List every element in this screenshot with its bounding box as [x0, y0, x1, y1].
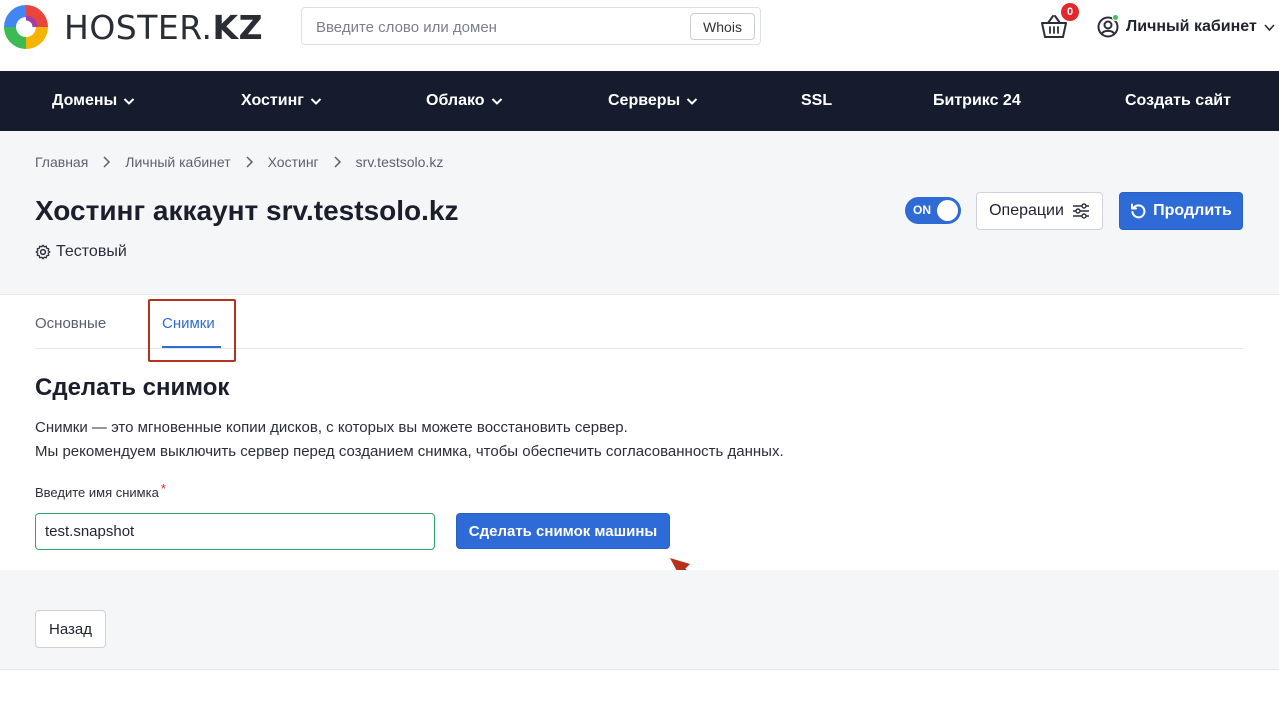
nav-item-label: Битрикс 24 [933, 92, 1021, 109]
nav-item-servers[interactable]: Серверы [608, 71, 698, 131]
power-toggle[interactable]: ON [905, 197, 961, 224]
nav-item-label: Хостинг [241, 92, 304, 109]
nav-item-domains[interactable]: Домены [52, 71, 135, 131]
search-input[interactable] [316, 17, 676, 37]
breadcrumb: Главная Личный кабинет Хостинг srv.tests… [35, 154, 443, 170]
nav-item-ssl[interactable]: SSL [801, 71, 832, 131]
logo[interactable]: HOSTER.KZ [0, 0, 263, 54]
label-text: Введите имя снимка [35, 485, 159, 500]
renew-label: Продлить [1153, 202, 1232, 219]
breadcrumb-item-account[interactable]: Личный кабинет [125, 154, 230, 170]
chevron-right-icon [103, 156, 111, 168]
chevron-down-icon [310, 98, 322, 105]
section-title: Сделать снимок [35, 374, 230, 401]
chevron-down-icon [1264, 23, 1275, 31]
logo-mark-icon [4, 5, 48, 49]
renew-button[interactable]: Продлить [1119, 192, 1243, 230]
page-title: Хостинг аккаунт srv.testsolo.kz [35, 195, 459, 226]
description-line: Мы рекомендуем выключить сервер перед со… [35, 443, 784, 460]
chevron-right-icon [334, 156, 341, 168]
annotation-highlight-box [148, 299, 236, 362]
page-header: Главная Личный кабинет Хостинг srv.tests… [0, 131, 1279, 295]
nav-item-cloud[interactable]: Облако [426, 71, 503, 131]
main-nav: Домены Хостинг Облако Серверы SSL Битрик… [0, 71, 1279, 131]
plan-name: Тестовый [56, 243, 127, 260]
snapshot-name-label: Введите имя снимка * [35, 481, 166, 500]
footer-band [0, 570, 1279, 670]
nav-item-label: Домены [52, 92, 118, 109]
toggle-knob [937, 200, 958, 221]
whois-button[interactable]: Whois [690, 13, 755, 40]
breadcrumb-item-hosting[interactable]: Хостинг [268, 154, 319, 170]
account-menu[interactable]: Личный кабинет [1097, 14, 1275, 40]
search-box: Whois [301, 7, 761, 45]
plan-label: Тестовый [35, 243, 127, 261]
nav-item-label: Облако [426, 92, 485, 109]
user-circle-icon [1097, 14, 1119, 38]
account-label: Личный кабинет [1126, 18, 1257, 35]
chevron-right-icon [246, 156, 253, 168]
toggle-label: ON [913, 203, 931, 217]
section-description: Снимки — это мгновенные копии дисков, с … [35, 416, 784, 464]
online-status-dot [1112, 14, 1119, 21]
nav-item-create-site[interactable]: Создать сайт [1125, 71, 1231, 131]
site-header: HOSTER.KZ Whois 0 Личный кабинет [0, 0, 1279, 71]
required-mark: * [160, 481, 166, 496]
nav-item-label: Серверы [608, 92, 681, 109]
back-button[interactable]: Назад [35, 610, 106, 648]
chevron-down-icon [491, 98, 502, 105]
refresh-icon [1131, 203, 1146, 219]
description-line: Снимки — это мгновенные копии дисков, с … [35, 419, 628, 436]
gear-icon [35, 244, 51, 260]
breadcrumb-item-home[interactable]: Главная [35, 154, 88, 170]
operations-label: Операции [989, 202, 1064, 219]
operations-button[interactable]: Операции [976, 192, 1103, 230]
nav-item-hosting[interactable]: Хостинг [241, 71, 322, 131]
snapshot-name-input[interactable] [35, 513, 435, 550]
tab-main[interactable]: Основные [35, 315, 106, 332]
nav-item-label: SSL [801, 92, 833, 109]
nav-item-bitrix24[interactable]: Битрикс 24 [933, 71, 1021, 131]
create-snapshot-button[interactable]: Сделать снимок машины [456, 513, 670, 549]
logo-text: HOSTER.KZ [64, 7, 263, 47]
cart-count-badge: 0 [1061, 3, 1079, 21]
sliders-icon [1072, 203, 1089, 219]
chevron-down-icon [686, 98, 698, 105]
chevron-down-icon [124, 98, 135, 105]
breadcrumb-item-current: srv.testsolo.kz [355, 154, 444, 170]
nav-item-label: Создать сайт [1125, 92, 1231, 109]
